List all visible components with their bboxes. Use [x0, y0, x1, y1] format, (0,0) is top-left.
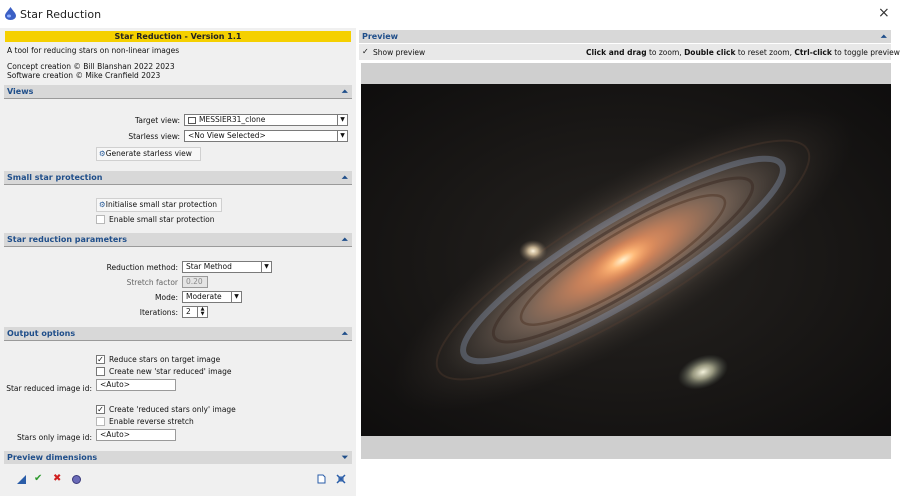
output-section-title: Output options	[7, 329, 76, 338]
mode-label: Mode:	[155, 293, 178, 302]
collapse-icon[interactable]: ⏶	[342, 85, 348, 98]
reset-icon[interactable]	[72, 475, 81, 484]
reverse-stretch-label: Enable reverse stretch	[109, 417, 194, 426]
method-label: Reduction method:	[106, 263, 178, 272]
help-text: to zoom,	[646, 48, 685, 57]
help-double-click: Double click	[684, 48, 736, 57]
divider	[4, 246, 352, 247]
create-new-image-checkbox[interactable]	[96, 367, 105, 376]
collapse-icon[interactable]: ⏶	[342, 233, 348, 246]
gear-icon: ⚙	[99, 200, 106, 209]
preview-dims-section-header[interactable]: Preview dimensions ⏷	[4, 451, 352, 464]
stretch-field: 0.20	[182, 276, 208, 288]
starless-view-select[interactable]: <No View Selected> ▼	[184, 130, 348, 142]
chevron-down-icon[interactable]: ▼	[261, 262, 271, 272]
show-preview-label: Show preview	[373, 48, 426, 57]
iterations-spinbox[interactable]: 2 ▲ ▼	[182, 306, 208, 318]
help-click-drag: Click and drag	[586, 48, 647, 57]
small-star-section-header[interactable]: Small star protection ⏶	[4, 171, 352, 184]
views-section-title: Views	[7, 87, 34, 96]
chevron-down-icon[interactable]: ▼	[337, 131, 347, 141]
method-select[interactable]: Star Method ▼	[182, 261, 272, 273]
iterations-value: 2	[186, 307, 191, 316]
divider	[4, 184, 352, 185]
collapse-icon[interactable]: ⏶	[881, 30, 887, 43]
chevron-down-icon[interactable]: ▼	[231, 292, 241, 302]
enable-small-star-label: Enable small star protection	[109, 215, 215, 224]
window-title: Star Reduction	[20, 8, 102, 21]
params-section-header[interactable]: Star reduction parameters ⏶	[4, 233, 352, 246]
create-new-image-label: Create new 'star reduced' image	[109, 367, 232, 376]
small-star-section-title: Small star protection	[7, 173, 103, 182]
reduced-id-label: Star reduced image id:	[6, 384, 92, 393]
help-ctrl-click: Ctrl-click	[794, 48, 832, 57]
cancel-x-icon[interactable]: ✖	[53, 473, 61, 484]
mode-select[interactable]: Moderate ▼	[182, 291, 242, 303]
generate-starless-label: Generate starless view	[105, 149, 192, 158]
preview-section-header[interactable]: Preview ⏶	[359, 30, 891, 43]
output-section-header[interactable]: Output options ⏶	[4, 327, 352, 340]
divider	[4, 340, 352, 341]
ok-check-icon[interactable]: ✔	[34, 473, 42, 484]
stars-id-label: Stars only image id:	[16, 433, 92, 442]
params-section-title: Star reduction parameters	[7, 235, 127, 244]
image-view-icon	[188, 116, 196, 124]
init-small-star-label: Initialise small star protection	[105, 200, 218, 209]
preview-section-title: Preview	[362, 32, 399, 41]
show-preview-check[interactable]: ✓	[362, 47, 369, 56]
collapse-icon[interactable]: ⏶	[342, 171, 348, 184]
collapse-icon[interactable]: ⏶	[342, 327, 348, 340]
target-view-select[interactable]: MESSIER31_clone ▼	[184, 114, 348, 126]
starless-view-label: Starless view:	[128, 132, 180, 141]
description-text: A tool for reducing stars on non-linear …	[7, 46, 180, 55]
close-icon[interactable]: ×	[878, 5, 890, 21]
version-banner: Star Reduction - Version 1.1	[5, 31, 351, 42]
help-text: to toggle preview	[831, 48, 900, 57]
stepper-icon[interactable]: ▲ ▼	[197, 307, 207, 317]
init-small-star-button[interactable]: ⚙Initialise small star protection	[96, 198, 222, 212]
preview-dims-section-title: Preview dimensions	[7, 453, 98, 462]
document-icon[interactable]	[317, 474, 326, 484]
expand-icon[interactable]: ⏷	[342, 451, 348, 464]
stars-id-input[interactable]: <Auto>	[96, 429, 176, 441]
mode-value: Moderate	[186, 292, 222, 301]
preview-help-text: Click and drag to zoom, Double click to …	[586, 48, 900, 57]
enable-small-star-checkbox[interactable]	[96, 215, 105, 224]
concept-credit: Concept creation © Bill Blanshan 2022 20…	[7, 62, 175, 71]
reduce-stars-label: Reduce stars on target image	[109, 355, 221, 364]
chevron-down-icon[interactable]: ▼	[337, 115, 347, 125]
reduced-id-input[interactable]: <Auto>	[96, 379, 176, 391]
reverse-stretch-checkbox[interactable]	[96, 417, 105, 426]
target-view-label: Target view:	[135, 116, 180, 125]
views-section-header[interactable]: Views ⏶	[4, 85, 352, 98]
title-bar	[0, 0, 900, 28]
software-credit: Software creation © Mike Cranfield 2023	[7, 71, 161, 80]
new-instance-icon[interactable]	[17, 475, 26, 484]
generate-starless-button[interactable]: ⚙Generate starless view	[96, 147, 201, 161]
stars-only-label: Create 'reduced stars only' image	[109, 405, 236, 414]
app-logo-icon	[5, 7, 16, 20]
method-value: Star Method	[186, 262, 232, 271]
fit-icon[interactable]	[336, 474, 346, 484]
target-view-value: MESSIER31_clone	[199, 115, 266, 124]
reduce-stars-checkbox[interactable]: ✓	[96, 355, 105, 364]
help-text: to reset zoom,	[735, 48, 795, 57]
stretch-label: Stretch factor	[126, 278, 178, 287]
galaxy-preview-image[interactable]	[361, 84, 891, 436]
divider	[4, 98, 352, 99]
gear-icon: ⚙	[99, 149, 106, 158]
stars-only-checkbox[interactable]: ✓	[96, 405, 105, 414]
iterations-label: Iterations:	[139, 308, 178, 317]
starless-view-value: <No View Selected>	[188, 131, 266, 140]
